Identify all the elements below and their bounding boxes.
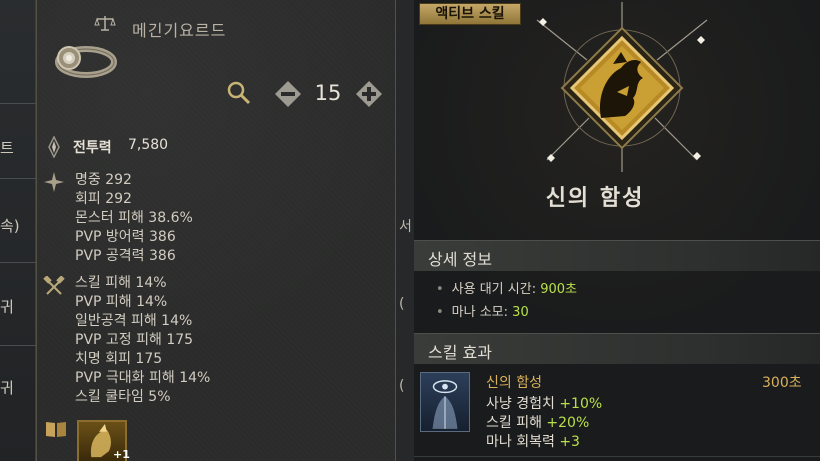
divider [0, 345, 36, 346]
item-name: 메긴기요르드 [132, 21, 227, 40]
skill-tooltip-panel: 액티브 스킬 신의 함성 상세 정보 • 사용 대기 시간: 900초 • 마나… [414, 0, 820, 461]
mana-line: • 마나 소모: 30 [436, 301, 529, 320]
effect-label: 스킬 피해 [486, 415, 547, 431]
combat-power-value: 7,580 [128, 137, 169, 153]
bg-fragment: 트 [0, 139, 14, 157]
background-mid-strip: 서 ( ( [396, 0, 414, 461]
effect-hunting-exp: 사냥 경험치 +10% [486, 393, 602, 413]
divider [0, 178, 36, 179]
bg-fragment: ( [399, 296, 405, 312]
stat-skill-cooldown: 스킬 쿨타임 5% [75, 389, 171, 405]
bg-fragment: 속) [0, 217, 20, 235]
effect-skill-damage: 스킬 피해 +20% [486, 412, 589, 432]
effect-section-title: 스킬 효과 [428, 343, 492, 362]
cooldown-value: 900초 [540, 282, 577, 297]
bg-fragment: 귀 [0, 298, 14, 316]
skill-emblem-icon [536, 2, 708, 172]
star-icon [44, 172, 64, 192]
divider [414, 456, 820, 457]
divider [0, 103, 36, 104]
bg-fragment: ( [399, 378, 405, 394]
detail-section-header: 상세 정보 [414, 240, 820, 271]
combat-power-label: 전투력 [73, 140, 112, 156]
effect-value: +20% [546, 415, 590, 431]
effect-value: +3 [559, 434, 580, 450]
stat-pvp-damage: PVP 피해 14% [75, 294, 168, 310]
effect-section-header: 스킬 효과 [414, 333, 820, 364]
stat-accuracy: 명중 292 [75, 172, 132, 188]
crossed-hammers-icon [43, 276, 65, 295]
stat-pvp-max-damage: PVP 극대화 피해 14% [75, 370, 211, 386]
stat-critical-evasion: 치명 회피 175 [75, 351, 163, 367]
cooldown-line: • 사용 대기 시간: 900초 [436, 278, 577, 297]
effect-label: 사냥 경험치 [486, 396, 560, 412]
skill-name: 신의 함성 [545, 186, 645, 211]
effect-thumbnail [420, 372, 470, 432]
level-minus-button[interactable] [274, 80, 302, 108]
skill-thumb-badge: +1 [113, 448, 130, 461]
bg-fragment: 서 [399, 219, 412, 235]
detail-section-title: 상세 정보 [428, 250, 492, 269]
active-skill-tag: 액티브 스킬 [419, 3, 521, 25]
magnifier-icon[interactable] [226, 80, 252, 106]
book-icon [46, 422, 66, 437]
stat-pvp-defense: PVP 방어력 386 [75, 229, 176, 245]
mana-label: 마나 소모: [451, 305, 513, 320]
bg-fragment: 귀 [0, 379, 14, 397]
background-list-strip: 트 속) 귀 귀 [0, 0, 36, 461]
bullet: • [436, 282, 444, 297]
stat-pvp-fixed-damage: PVP 고정 피해 175 [75, 332, 194, 348]
bullet: • [436, 305, 444, 320]
ring-icon [55, 46, 117, 78]
combat-power-icon [48, 136, 60, 158]
effect-label: 마나 회복력 [486, 434, 560, 450]
effect-duration: 300초 [762, 375, 802, 391]
level-plus-button[interactable] [355, 80, 383, 108]
effect-eye-icon [432, 380, 458, 429]
effect-mana-regen: 마나 회복력 +3 [486, 431, 580, 451]
scale-icon [94, 16, 116, 31]
stat-normal-attack-damage: 일반공격 피해 14% [75, 313, 193, 329]
divider [0, 262, 36, 263]
effect-name: 신의 함성 [486, 375, 542, 391]
stat-skill-damage: 스킬 피해 14% [75, 275, 167, 291]
effect-value: +10% [559, 396, 603, 412]
stat-monster-damage: 몬스터 피해 38.6% [75, 210, 193, 226]
stat-evasion: 회피 292 [75, 191, 132, 207]
stat-pvp-attack: PVP 공격력 386 [75, 248, 176, 264]
cooldown-label: 사용 대기 시간: [451, 282, 541, 297]
mana-value: 30 [512, 305, 529, 320]
item-tooltip-panel: 메긴기요르드 15 전투력 7,580 명중 292 회피 292 몬스터 피해… [36, 0, 396, 461]
enhance-level: 15 [314, 81, 342, 105]
